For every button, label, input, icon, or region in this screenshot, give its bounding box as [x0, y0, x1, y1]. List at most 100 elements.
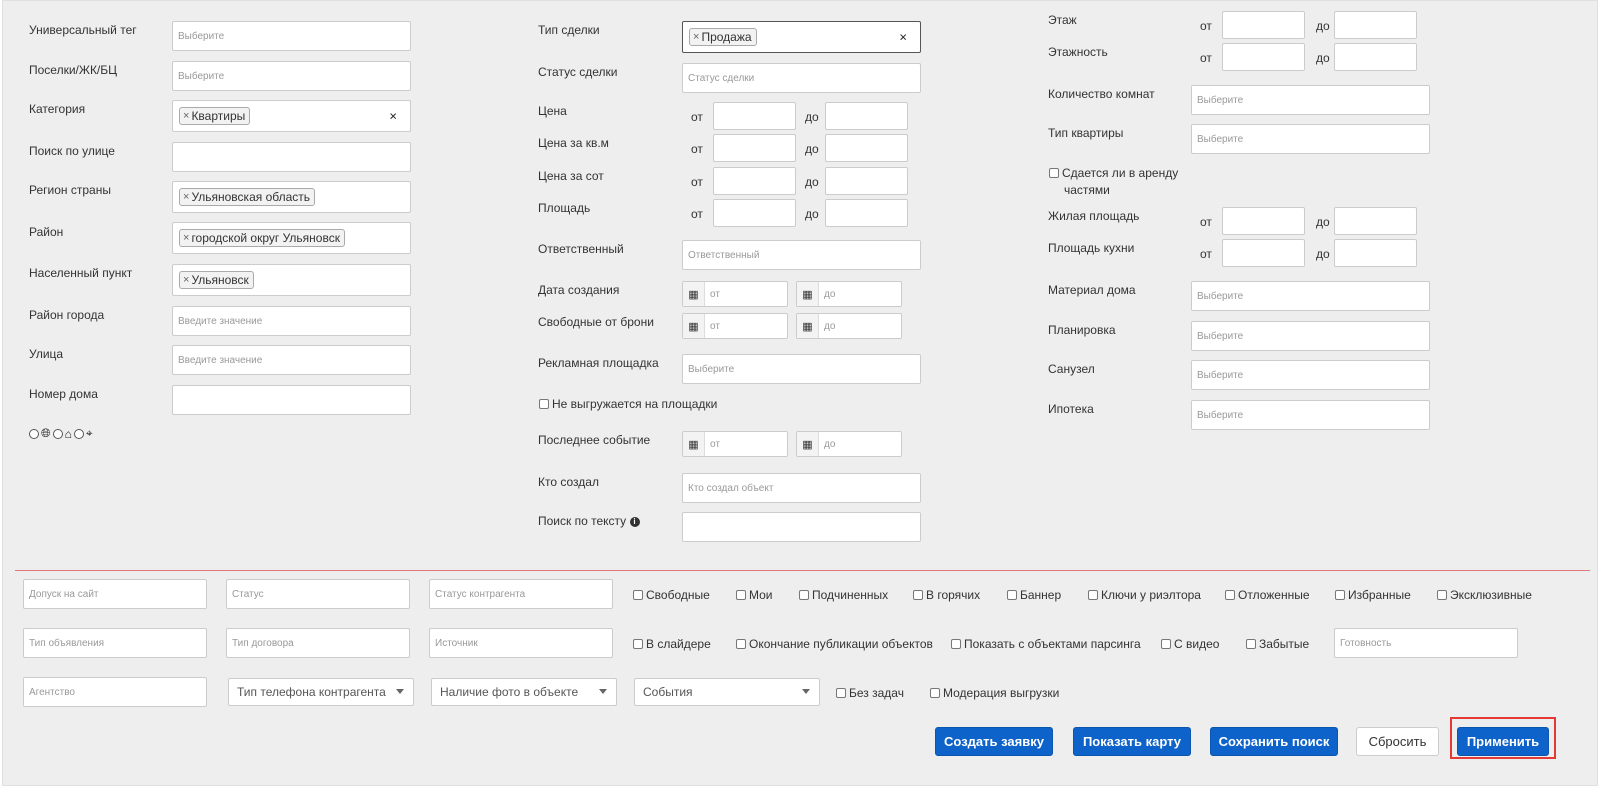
favorites-checkbox[interactable]: Избранные: [1335, 588, 1411, 602]
last-event-to[interactable]: ▦ до: [796, 431, 902, 457]
photo-presence-select[interactable]: Наличие фото в объекте: [431, 678, 617, 706]
parsing-objects-checkbox[interactable]: Показать с объектами парсинга: [951, 637, 1141, 651]
bathroom-select[interactable]: Выберите: [1191, 360, 1430, 390]
source-select[interactable]: Источник: [429, 628, 613, 658]
floors-total-from-input[interactable]: [1222, 43, 1305, 71]
living-area-to-input[interactable]: [1334, 207, 1417, 235]
city-district-input[interactable]: Введите значение: [172, 306, 411, 336]
info-icon[interactable]: i: [629, 516, 640, 527]
counterparty-phone-type-select[interactable]: Тип телефона контрагента: [228, 678, 414, 706]
area-from-input[interactable]: [713, 199, 796, 227]
mine-checkbox[interactable]: Мои: [736, 588, 773, 602]
remove-tag-icon[interactable]: ×: [183, 109, 189, 123]
counterparty-status-select[interactable]: Статус контрагента: [429, 579, 613, 609]
remove-tag-icon[interactable]: ×: [183, 273, 189, 287]
slider-checkbox[interactable]: В слайдере: [633, 637, 711, 651]
deal-type-select[interactable]: × Продажа ×: [682, 21, 921, 53]
ad-platform-select[interactable]: Выберите: [682, 354, 921, 384]
hot-checkbox[interactable]: В горячих: [913, 588, 980, 602]
price-from-input[interactable]: [713, 102, 796, 130]
not-exported-checkbox[interactable]: Не выгружается на площадки: [539, 397, 717, 411]
save-search-button[interactable]: Сохранить поиск: [1210, 727, 1338, 756]
created-by-select[interactable]: Кто создал объект: [682, 473, 921, 503]
layout-select[interactable]: Выберите: [1191, 321, 1430, 351]
material-select[interactable]: Выберите: [1191, 281, 1430, 311]
create-request-button[interactable]: Создать заявку: [935, 727, 1053, 756]
banner-checkbox[interactable]: Баннер: [1007, 588, 1061, 602]
reset-button[interactable]: Сбросить: [1356, 727, 1439, 756]
chevron-down-icon: [396, 689, 404, 694]
kitchen-area-to-input[interactable]: [1334, 239, 1417, 267]
street-label: Улица: [29, 347, 64, 361]
district-select[interactable]: × городской округ Ульяновск: [172, 222, 411, 254]
region-select[interactable]: × Ульяновская область: [172, 181, 411, 213]
street-search-input[interactable]: [172, 142, 411, 172]
region-tag[interactable]: × Ульяновская область: [179, 188, 316, 206]
ad-type-select[interactable]: Тип объявления: [23, 628, 207, 658]
show-map-button[interactable]: Показать карту: [1073, 727, 1191, 756]
remove-tag-icon[interactable]: ×: [183, 190, 189, 204]
locality-select[interactable]: × Ульяновск: [172, 264, 411, 296]
rooms-select[interactable]: Выберите: [1191, 85, 1430, 115]
status-select[interactable]: Статус: [226, 579, 410, 609]
price-per-sotka-to-input[interactable]: [825, 167, 908, 195]
house-number-input[interactable]: [172, 385, 411, 415]
street-input[interactable]: Введите значение: [172, 345, 411, 375]
exclusive-checkbox[interactable]: Эксклюзивные: [1437, 588, 1532, 602]
contract-type-select[interactable]: Тип договора: [226, 628, 410, 658]
locality-tag[interactable]: × Ульяновск: [179, 271, 254, 289]
mortgage-select[interactable]: Выберите: [1191, 400, 1430, 430]
site-access-select[interactable]: Допуск на сайт: [23, 579, 207, 609]
living-area-from-input[interactable]: [1222, 207, 1305, 235]
created-date-to[interactable]: ▦ до: [796, 281, 902, 307]
range-to-label: до: [1316, 19, 1330, 33]
settlements-select[interactable]: Выберите: [172, 61, 411, 91]
price-per-sotka-from-input[interactable]: [713, 167, 796, 195]
no-tasks-checkbox[interactable]: Без задач: [836, 686, 904, 700]
publication-end-checkbox[interactable]: Окончание публикации объектов: [736, 637, 933, 651]
category-tag[interactable]: × Квартиры: [179, 107, 251, 125]
remove-tag-icon[interactable]: ×: [693, 30, 699, 44]
realtor-keys-checkbox[interactable]: Ключи у риэлтора: [1088, 588, 1201, 602]
created-date-from[interactable]: ▦ от: [682, 281, 788, 307]
district-tag[interactable]: × городской округ Ульяновск: [179, 229, 345, 247]
rent-parts-checkbox[interactable]: Сдается ли в аренду: [1049, 166, 1178, 180]
free-checkbox[interactable]: Свободные: [633, 588, 710, 602]
deal-status-select[interactable]: Статус сделки: [682, 63, 921, 93]
apt-type-select[interactable]: Выберите: [1191, 124, 1430, 154]
export-moderation-checkbox[interactable]: Модерация выгрузки: [930, 686, 1059, 700]
price-to-input[interactable]: [825, 102, 908, 130]
postponed-checkbox[interactable]: Отложенные: [1225, 588, 1310, 602]
kitchen-area-from-input[interactable]: [1222, 239, 1305, 267]
subordinates-checkbox[interactable]: Подчиненных: [799, 588, 888, 602]
remove-tag-icon[interactable]: ×: [183, 231, 189, 245]
free-from-booking-to[interactable]: ▦ до: [796, 313, 902, 339]
readiness-select[interactable]: Готовность: [1334, 628, 1518, 658]
map-mode-radio[interactable]: [73, 428, 84, 439]
clear-icon[interactable]: ×: [389, 109, 397, 124]
area-to-input[interactable]: [825, 199, 908, 227]
map-mode-radio[interactable]: [29, 428, 39, 439]
living-area-label: Жилая площадь: [1048, 209, 1140, 223]
text-search-label: Поиск по тексту i: [538, 514, 640, 528]
price-per-sqm-to-input[interactable]: [825, 134, 908, 162]
forgotten-checkbox[interactable]: Забытые: [1246, 637, 1309, 651]
map-mode-radio[interactable]: [52, 428, 63, 439]
clear-icon[interactable]: ×: [899, 30, 907, 45]
price-per-sqm-from-input[interactable]: [713, 134, 796, 162]
range-to-label: до: [1316, 51, 1330, 65]
agency-select[interactable]: Агентство: [23, 677, 207, 707]
floors-total-to-input[interactable]: [1334, 43, 1417, 71]
category-select[interactable]: × Квартиры ×: [172, 100, 411, 132]
with-video-checkbox[interactable]: С видео: [1161, 637, 1219, 651]
events-select[interactable]: События: [634, 678, 820, 706]
text-search-input[interactable]: [682, 512, 921, 542]
range-from-label: от: [691, 175, 703, 189]
floor-to-input[interactable]: [1334, 11, 1417, 39]
deal-type-tag[interactable]: × Продажа: [689, 28, 757, 46]
universal-tag-select[interactable]: Выберите: [172, 21, 411, 51]
last-event-from[interactable]: ▦ от: [682, 431, 788, 457]
responsible-select[interactable]: Ответственный: [682, 240, 921, 270]
free-from-booking-from[interactable]: ▦ от: [682, 313, 788, 339]
floor-from-input[interactable]: [1222, 11, 1305, 39]
